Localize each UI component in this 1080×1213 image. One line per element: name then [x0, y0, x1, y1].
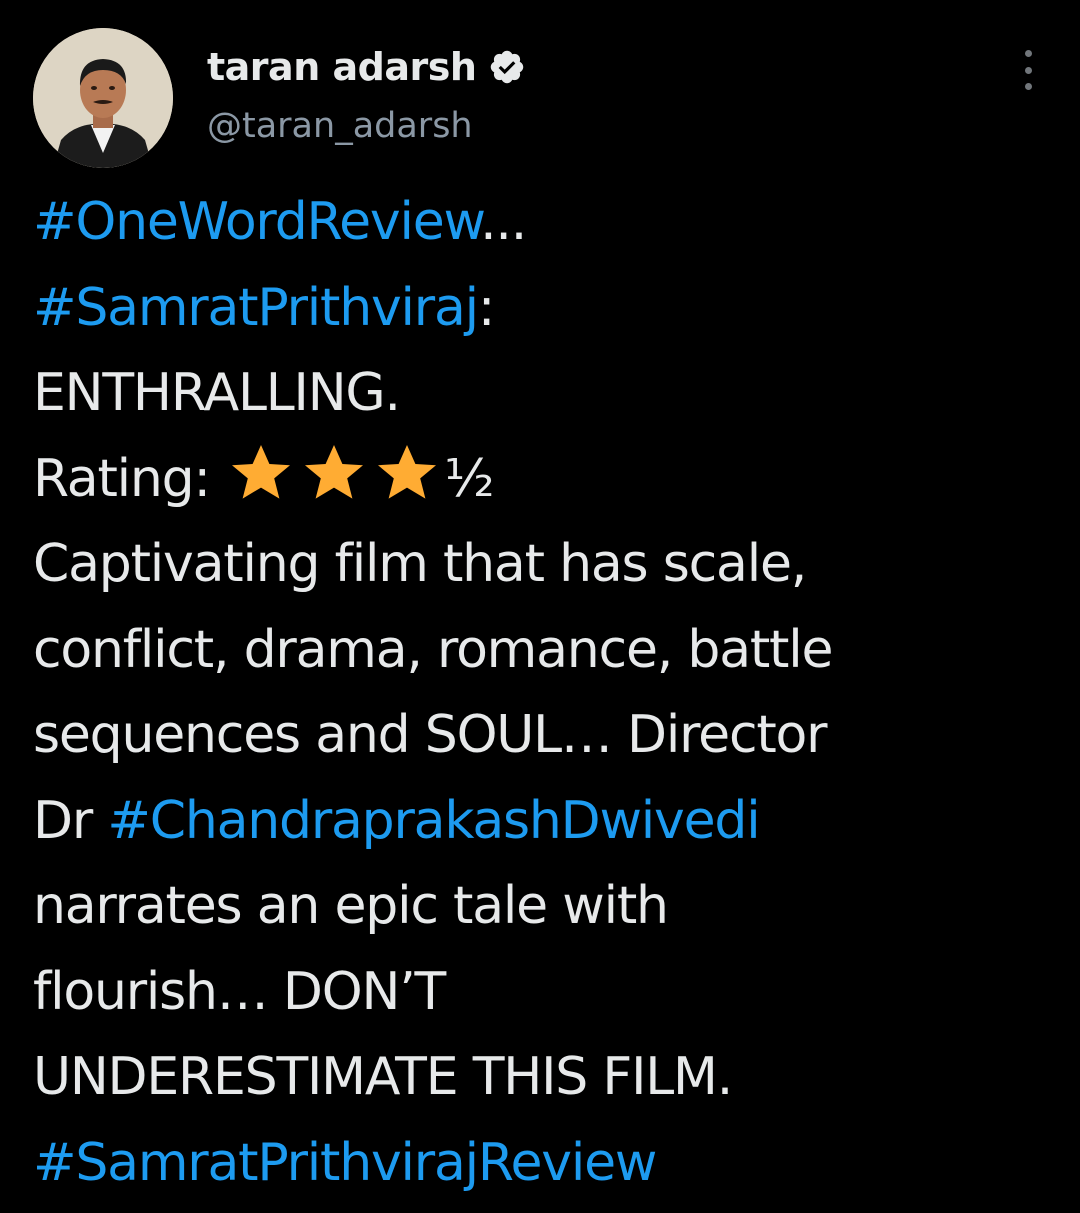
display-name[interactable]: taran adarsh — [207, 45, 477, 89]
rating-label: Rating: — [33, 448, 211, 509]
tweet-line: #SamratPrithvirajReview — [33, 1121, 1053, 1207]
hashtag-link[interactable]: #ChandraprakashDwivedi — [107, 791, 760, 851]
verified-badge-icon — [488, 48, 526, 86]
more-dot — [1024, 50, 1032, 57]
half-star-text: ½ — [444, 448, 494, 509]
more-dot — [1024, 83, 1032, 90]
star-icon — [225, 442, 297, 502]
star-icon — [371, 442, 443, 502]
tweet-line: narrates an epic tale with — [33, 876, 669, 936]
rating-line: Rating: ½ — [33, 437, 1053, 523]
tweet-line: #SamratPrithviraj: — [33, 266, 1053, 352]
more-options-icon[interactable] — [1018, 50, 1038, 90]
hashtag-link[interactable]: #OneWordReview — [33, 192, 481, 252]
star-icon — [298, 442, 370, 502]
hashtag-link[interactable]: #SamratPrithvirajReview — [33, 1133, 657, 1193]
tweet-text-fragment: ... — [480, 192, 527, 252]
hashtag-link[interactable]: #SamratPrithviraj — [33, 278, 479, 338]
avatar-photo — [33, 28, 173, 168]
tweet-text-fragment: : — [477, 277, 496, 338]
tweet-line: ENTHRALLING. — [33, 363, 401, 423]
tweet-line: Captivating film that has scale, — [33, 534, 807, 594]
avatar[interactable] — [33, 28, 173, 168]
user-handle[interactable]: @taran_adarsh — [207, 106, 473, 146]
name-row: taran adarsh — [207, 40, 526, 94]
tweet-line: conflict, drama, romance, battle — [33, 619, 833, 680]
tweet-line: UNDERESTIMATE THIS FILM. — [33, 1047, 733, 1107]
tweet-text: #OneWordReview... #SamratPrithviraj: ENT… — [33, 180, 1053, 1206]
tweet-line: #OneWordReview... — [33, 180, 1053, 266]
tweet-text-fragment: Dr — [33, 790, 108, 851]
tweet-line: flourish… DON’T — [33, 961, 446, 1022]
tweet-line: Dr #ChandraprakashDwivedi — [33, 779, 1053, 865]
tweet-line: sequences and SOUL… Director — [33, 705, 828, 765]
tweet-header: taran adarsh @taran_adarsh — [33, 28, 1048, 172]
more-dot — [1024, 66, 1032, 74]
